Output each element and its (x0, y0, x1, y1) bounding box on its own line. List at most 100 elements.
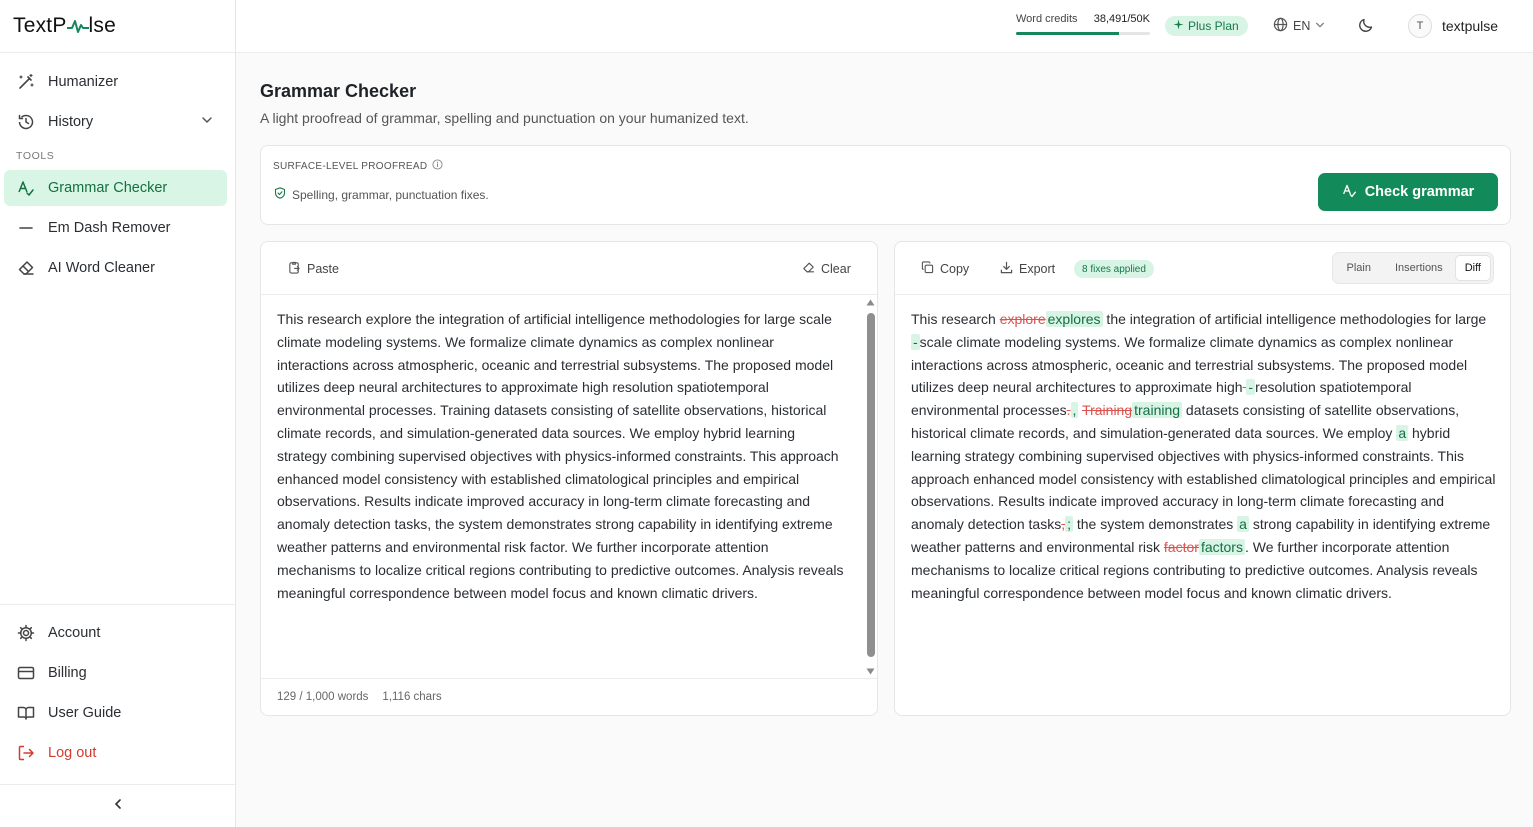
plan-label: Plus Plan (1188, 19, 1239, 33)
diff-insertion: explores (1045, 311, 1103, 327)
sidebar-item-humanizer[interactable]: Humanizer (4, 64, 227, 100)
proofread-note-text: Spelling, grammar, punctuation fixes. (292, 187, 489, 202)
input-stats: 129 / 1,000 words 1,116 chars (261, 678, 877, 715)
chevron-down-icon (1315, 19, 1325, 33)
sidebar-item-label: Em Dash Remover (48, 220, 171, 236)
credits-progress-fill (1016, 32, 1120, 35)
chevron-down-icon[interactable] (201, 114, 213, 130)
diff-insertion: - (1246, 379, 1256, 396)
copy-button[interactable]: Copy (921, 261, 969, 277)
proofread-card: SURFACE-LEVEL PROOFREAD Spelling, gramma… (260, 145, 1511, 225)
credits-label: Word credits (1016, 13, 1078, 25)
account-nav: Account Billing User Guide Log out (0, 604, 235, 775)
word-credits: Word credits 38,491/50K (1016, 13, 1150, 35)
plan-badge[interactable]: Plus Plan (1165, 16, 1248, 36)
paste-button[interactable]: Paste (288, 261, 339, 277)
brand-name-prefix: TextP (13, 14, 67, 37)
sidebar-item-label: Humanizer (48, 74, 119, 90)
clear-label: Clear (821, 262, 851, 276)
scroll-thumb[interactable] (867, 313, 875, 657)
fixes-applied-badge: 8 fixes applied (1074, 260, 1154, 278)
view-diff-tab[interactable]: Diff (1454, 255, 1491, 281)
input-textarea[interactable]: This research explore the integration of… (277, 308, 847, 604)
user-menu[interactable]: T textpulse (1408, 14, 1498, 38)
diff-insertion: training (1132, 402, 1183, 419)
magic-wand-icon (16, 72, 36, 92)
sidebar-item-label: Grammar Checker (48, 180, 168, 196)
proofread-mode-text: SURFACE-LEVEL PROOFREAD (273, 160, 428, 172)
brand-logo[interactable]: TextP lse (0, 0, 235, 53)
sidebar-item-logout[interactable]: Log out (4, 735, 227, 771)
gear-icon (16, 623, 36, 643)
credits-progress-bar (1016, 32, 1150, 35)
diff-text-segment: This research (911, 311, 1000, 327)
sidebar-item-account[interactable]: Account (4, 615, 227, 651)
diff-text-segment: the integration of artificial intelligen… (1102, 311, 1487, 327)
diff-deletion: . (1066, 402, 1071, 419)
page-title: Grammar Checker (260, 81, 417, 101)
diff-insertion: a (1396, 424, 1409, 441)
input-toolbar: Paste Clear (261, 242, 877, 295)
theme-toggle-moon-icon[interactable] (1358, 17, 1374, 38)
sidebar: TextP lse Humanizer History TOOLS Grammar… (0, 0, 236, 827)
export-button[interactable]: Export (1000, 261, 1055, 277)
sidebar-item-billing[interactable]: Billing (4, 655, 227, 691)
credits-value: 38,491/50K (1093, 13, 1150, 25)
sidebar-item-grammar-checker[interactable]: Grammar Checker (4, 170, 227, 206)
paste-label: Paste (307, 262, 339, 276)
view-insertions-tab[interactable]: Insertions (1383, 255, 1455, 281)
diff-deletion: Training (1082, 402, 1133, 419)
output-toolbar: Copy Export 8 fixes applied Plain Insert… (895, 242, 1510, 295)
sidebar-item-label: User Guide (48, 705, 122, 721)
sidebar-item-user-guide[interactable]: User Guide (4, 695, 227, 731)
diff-deletion: factor (1163, 538, 1199, 555)
sidebar-item-label: History (48, 114, 94, 130)
check-grammar-button[interactable]: Check grammar (1318, 173, 1498, 211)
main-nav: Humanizer History TOOLS Grammar Checker … (0, 53, 235, 286)
download-icon (1000, 261, 1013, 277)
copy-icon (921, 261, 934, 277)
sidebar-item-em-dash-remover[interactable]: Em Dash Remover (4, 210, 227, 246)
clipboard-paste-icon (288, 261, 301, 277)
diff-output[interactable]: This research explore explores the integr… (911, 308, 1497, 604)
dash-icon (16, 218, 36, 238)
proofread-mode-label: SURFACE-LEVEL PROOFREAD (273, 159, 443, 173)
language-label: EN (1293, 19, 1311, 33)
diff-deletion: explore (999, 311, 1046, 327)
sidebar-item-label: Log out (48, 745, 97, 761)
input-panel: Paste Clear This research explore the in… (260, 241, 878, 716)
brand-name-suffix: lse (88, 14, 116, 37)
clear-button[interactable]: Clear (802, 261, 851, 277)
input-scrollbar[interactable] (864, 297, 876, 679)
collapse-sidebar-button[interactable] (0, 784, 235, 827)
copy-label: Copy (940, 262, 970, 276)
chevron-left-icon (112, 797, 124, 815)
word-count: 129 / 1,000 words (277, 691, 369, 703)
eraser-icon (16, 258, 36, 278)
credit-card-icon (16, 663, 36, 683)
avatar: T (1408, 14, 1432, 38)
sparkle-icon (1173, 19, 1184, 33)
spell-check-icon (1342, 183, 1357, 202)
scroll-up-arrow-icon[interactable] (866, 299, 875, 306)
diff-insertion: - (911, 333, 920, 350)
scroll-down-arrow-icon[interactable] (866, 668, 875, 675)
output-panel: Copy Export 8 fixes applied Plain Insert… (894, 241, 1511, 716)
view-plain-tab[interactable]: Plain (1335, 255, 1383, 281)
sidebar-item-ai-word-cleaner[interactable]: AI Word Cleaner (4, 250, 227, 286)
sidebar-item-history[interactable]: History (4, 104, 227, 140)
tools-section-label: TOOLS (16, 150, 55, 162)
globe-icon (1273, 17, 1288, 35)
export-label: Export (1019, 262, 1056, 276)
info-icon[interactable] (432, 159, 443, 173)
book-open-icon (16, 703, 36, 723)
history-icon (16, 112, 36, 132)
diff-insertion: a (1237, 516, 1249, 533)
shield-check-icon (274, 187, 286, 202)
language-selector[interactable]: EN (1273, 17, 1325, 35)
sidebar-item-label: Account (48, 625, 101, 641)
pulse-logo-icon (66, 20, 89, 33)
sidebar-item-label: Billing (48, 665, 87, 681)
diff-insertion: ; (1065, 516, 1073, 533)
page-subtitle: A light proofread of grammar, spelling a… (260, 110, 749, 126)
